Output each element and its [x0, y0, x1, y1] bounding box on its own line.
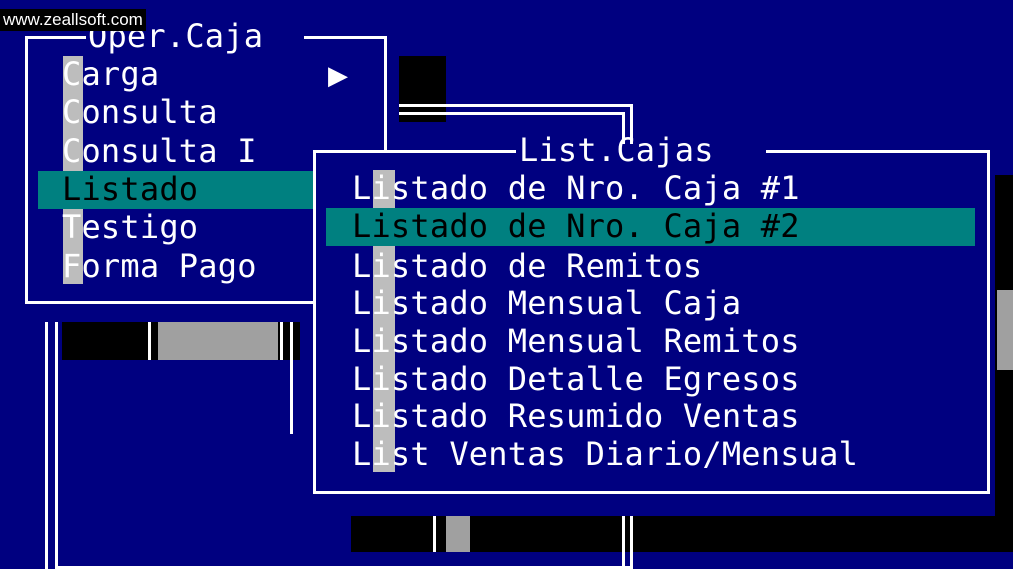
background-window-border-top-2	[399, 112, 625, 115]
menu-item-listado[interactable]: Listado	[62, 171, 198, 208]
menu-item-testigo[interactable]: Testigo	[62, 209, 198, 246]
background-window-border-left	[45, 322, 48, 569]
shadow-bar-left-divider-2	[280, 322, 283, 360]
menu-item-listado-resumido-ventas[interactable]: Listado Resumido Ventas	[352, 398, 800, 435]
menu-item-consulta[interactable]: Consulta	[62, 94, 218, 131]
menu-item-listado-mensual-remitos[interactable]: Listado Mensual Remitos	[352, 323, 800, 360]
background-window-border-top	[399, 104, 633, 107]
menu-item-list-ventas-diario-mensual[interactable]: List Ventas Diario/Mensual	[352, 436, 858, 473]
shadow-bar-left-drop	[290, 322, 293, 434]
background-window-border-left-2	[55, 322, 58, 569]
menu-item-carga[interactable]: Carga	[62, 56, 159, 93]
menu-item-listado-nro-caja-2[interactable]: Listado de Nro. Caja #2	[352, 208, 800, 245]
shadow-block-right-gray	[997, 290, 1013, 370]
list-cajas-menu-title: List.Cajas	[519, 131, 714, 169]
menu-item-consulta-i[interactable]: Consulta I	[62, 133, 257, 170]
menu-item-listado-nro-caja-1[interactable]: Listado de Nro. Caja #1	[352, 170, 800, 207]
menu-item-listado-detalle-egresos[interactable]: Listado Detalle Egresos	[352, 361, 800, 398]
watermark-label: www.zeallsoft.com	[0, 9, 146, 31]
menu-item-listado-mensual-caja[interactable]: Listado Mensual Caja	[352, 285, 741, 322]
shadow-bar-bottom-divider	[433, 516, 436, 552]
shadow-bar-bottom-gray	[446, 516, 470, 552]
menu-item-forma-pago[interactable]: Forma Pago	[62, 248, 257, 285]
shadow-bar-left-divider	[148, 322, 151, 360]
submenu-arrow-icon: ▶	[328, 61, 348, 91]
shadow-bar-left-gray	[158, 322, 278, 360]
shadow-bar-bottom-divider-3	[630, 516, 633, 569]
menu-item-listado-remitos[interactable]: Listado de Remitos	[352, 248, 702, 285]
shadow-bar-bottom-divider-2	[622, 516, 625, 569]
